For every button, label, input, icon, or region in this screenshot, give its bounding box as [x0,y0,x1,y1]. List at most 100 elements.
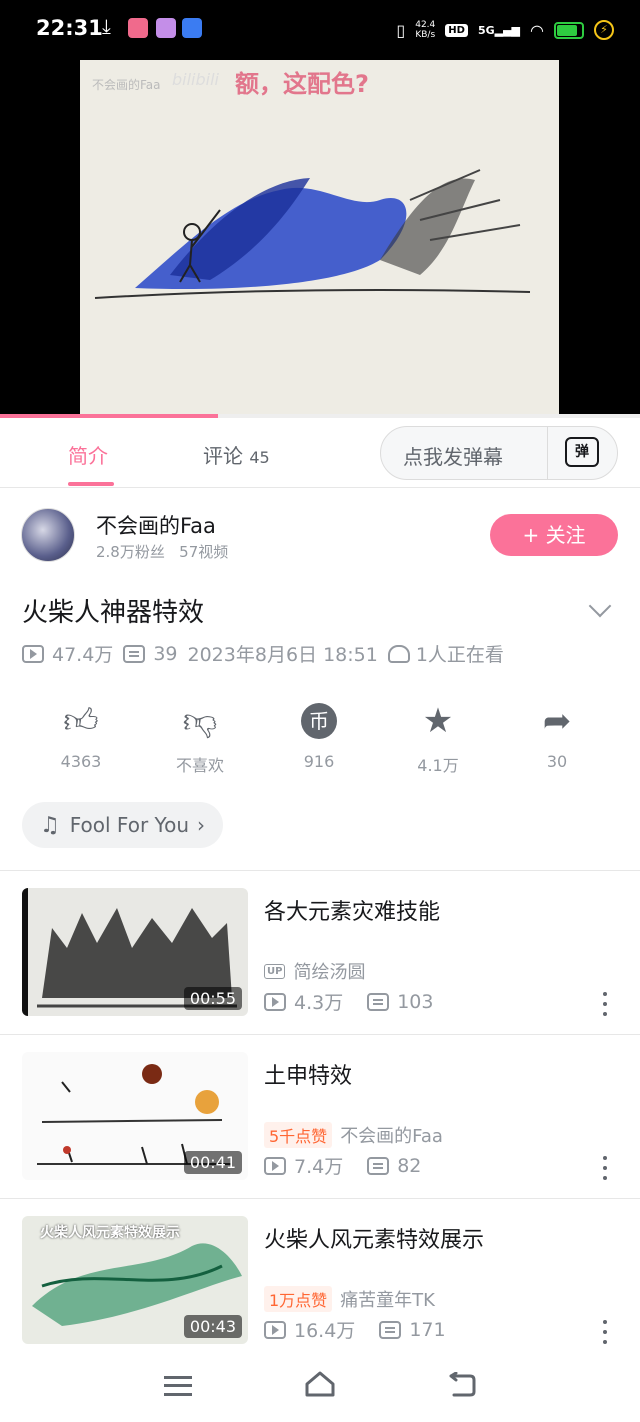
related-danmaku: 103 [397,990,434,1013]
danmaku-count-icon [367,1156,390,1175]
like-count: 4363 [60,752,102,771]
dislike-button[interactable]: 👎︎ 不喜欢 [141,700,259,776]
coin-button[interactable]: 币 916 [260,700,378,771]
related-title: 各大元素灾难技能 [264,900,441,925]
related-thumbnail[interactable]: 00:55 [22,888,248,1016]
back-icon[interactable] [448,1372,476,1398]
watching-count: 1人正在看 [415,644,504,666]
app-icon [128,18,148,38]
tab-intro[interactable]: 简介 [68,440,108,469]
danmaku-placeholder: 点我发弹幕 [403,445,503,469]
hd-badge: HD [445,23,468,37]
related-author: 不会画的Faa [340,1126,443,1147]
related-stats: 4.3万 103 [264,988,433,1015]
duration-badge: 00:41 [183,1151,242,1174]
watching-icon [387,644,410,663]
home-icon[interactable] [304,1370,336,1398]
related-views: 4.3万 [294,992,344,1014]
related-title: 土申特效 [264,1064,353,1089]
danmaku-input[interactable]: 点我发弹幕 弹 [380,426,618,480]
uploader-name[interactable]: 不会画的Faa [96,510,216,540]
music-chip[interactable]: ♫ Fool For You › [22,802,223,848]
chevron-right-icon: › [197,813,205,837]
favorite-icon: ★ [422,701,454,741]
related-stats: 7.4万 82 [264,1152,421,1179]
related-stats: 16.4万 171 [264,1316,446,1343]
dislike-icon: 👎︎ [182,700,218,741]
danmaku-count-icon [367,992,390,1011]
danmaku-count-icon [379,1320,402,1339]
view-count: 47.4万 [52,644,114,666]
favorite-count: 4.1万 [417,756,459,775]
likes-badge: 5千点赞 [264,1122,333,1148]
signal-icon: 5G▂▄▆ [477,23,521,37]
uploader-videos: 57视频 [179,543,229,561]
vibrate-icon: ▯ [396,20,406,40]
section-divider [0,870,640,871]
list-item[interactable]: 00:41 土申特效 5千点赞 不会画的Faa 7.4万 82 [0,1052,640,1215]
share-count: 30 [546,752,568,771]
status-bar: 22:31 ⤓ ▯ 42.4 KB/s HD 5G▂▄▆ ◠ ⚡ [0,0,640,60]
list-item[interactable]: 00:55 各大元素灾难技能 UP 简绘汤圆 4.3万 103 [0,888,640,1051]
video-meta: 47.4万 39 2023年8月6日 18:51 1人正在看 [22,640,504,667]
danmaku-count: 39 [153,642,178,665]
app-icon [156,18,176,38]
favorite-button[interactable]: ★ 4.1万 [379,700,497,776]
list-divider [0,1198,640,1199]
up-badge: UP [264,963,286,979]
play-count-icon [264,1320,286,1339]
danmaku-toggle-icon[interactable]: 弹 [565,437,599,467]
related-author: 痛苦童年TK [340,1290,435,1311]
duration-badge: 00:55 [183,987,242,1010]
related-danmaku: 171 [409,1318,446,1341]
danmaku-count-icon [123,644,146,663]
battery-icon [554,21,584,39]
tab-comments[interactable]: 评论 45 [203,440,270,469]
related-views: 7.4万 [294,1156,344,1178]
menu-icon[interactable] [164,1376,192,1396]
video-frame[interactable]: 不会画的Faa bilibili 额，这配色? [80,60,559,418]
charging-icon: ⚡ [594,20,614,40]
thumbnail-text: 火柴人风元素特效展示 [40,1225,180,1241]
chevron-down-icon[interactable] [588,594,612,618]
play-count-icon [22,644,44,663]
share-button[interactable]: ➦ 30 [498,700,616,771]
duration-badge: 00:43 [183,1315,242,1338]
system-nav-bar [0,1352,640,1422]
related-author-line: UP 简绘汤圆 [264,958,365,984]
related-title: 火柴人风元素特效展示 [264,1228,485,1253]
wifi-icon: ◠ [530,20,544,40]
plus-icon: + [522,523,540,547]
net-speed: 42.4 KB/s [415,20,436,40]
like-icon: 👍︎ [63,700,99,741]
tab-comments-count: 45 [249,448,270,467]
music-note-icon: ♫ [40,812,60,838]
play-count-icon [264,1156,286,1175]
likes-badge: 1万点赞 [264,1286,333,1312]
video-drawing [94,169,531,299]
download-icon: ⤓ [102,14,111,38]
related-author-line: 1万点赞 痛苦童年TK [264,1286,435,1312]
coin-count: 916 [303,752,335,771]
avatar[interactable] [21,508,75,562]
follow-button[interactable]: + 关注 [490,514,618,556]
baidu-icon [182,18,202,38]
related-author-line: 5千点赞 不会画的Faa [264,1122,443,1148]
follow-label: 关注 [545,523,586,547]
publish-date: 2023年8月6日 18:51 [187,644,378,666]
more-options-icon[interactable] [598,1320,612,1344]
related-author: 简绘汤圆 [293,962,366,983]
related-views: 16.4万 [294,1320,356,1342]
coin-icon: 币 [301,703,337,739]
related-thumbnail[interactable]: 00:41 [22,1052,248,1180]
list-divider [0,1034,640,1035]
music-label: Fool For You [69,813,189,837]
related-thumbnail[interactable]: 火柴人风元素特效展示 00:43 [22,1216,248,1344]
more-options-icon[interactable] [598,1156,612,1180]
like-button[interactable]: 👍︎ 4363 [22,700,140,772]
danmaku-divider [547,427,548,479]
more-options-icon[interactable] [598,992,612,1016]
tab-active-indicator [68,482,114,486]
uploader-fans: 2.8万粉丝 [96,543,165,561]
uploader-stats: 2.8万粉丝 57视频 [96,541,228,562]
